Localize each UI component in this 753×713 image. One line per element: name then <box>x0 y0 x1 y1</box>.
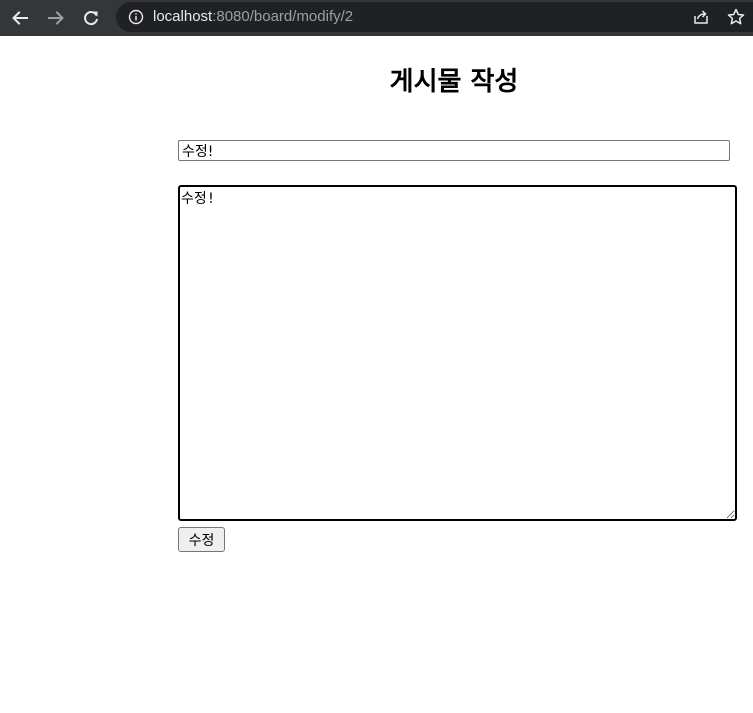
url-path: :8080/board/modify/2 <box>212 8 354 25</box>
reload-icon <box>84 11 98 26</box>
reload-button[interactable] <box>78 5 104 31</box>
share-icon[interactable] <box>692 8 710 26</box>
forward-button[interactable] <box>43 5 69 31</box>
browser-toolbar: localhost:8080/board/modify/2 <box>0 0 753 36</box>
arrow-left-icon <box>12 11 28 25</box>
url-host: localhost <box>153 8 213 25</box>
url-text[interactable]: localhost:8080/board/modify/2 <box>153 8 353 26</box>
back-button[interactable] <box>7 5 33 31</box>
page-content: 게시물 작성 수정! 수정 <box>0 36 753 713</box>
page-title: 게시물 작성 <box>389 67 519 97</box>
modify-button[interactable]: 수정 <box>178 527 225 552</box>
address-bar[interactable]: localhost:8080/board/modify/2 <box>116 2 753 32</box>
star-icon[interactable] <box>726 7 746 27</box>
info-icon[interactable] <box>128 9 144 25</box>
title-input[interactable] <box>178 140 730 161</box>
arrow-right-icon <box>48 11 64 25</box>
content-textarea[interactable]: 수정! <box>178 185 737 521</box>
